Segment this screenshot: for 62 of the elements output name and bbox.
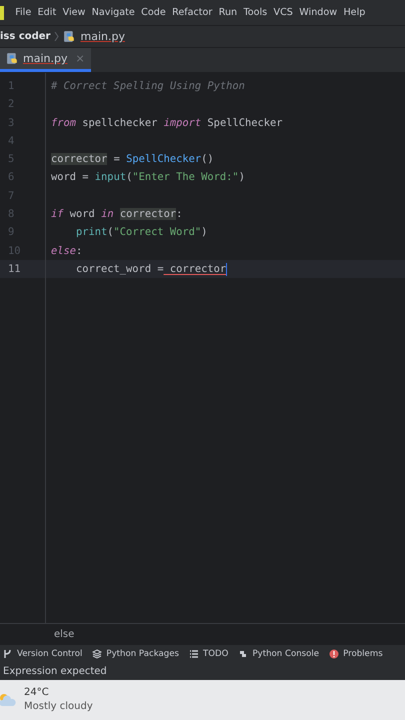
error-token: corrector: [168, 262, 226, 275]
weather-cloud-sun-icon[interactable]: [0, 691, 18, 709]
code-token: ): [238, 171, 245, 184]
code-token: input: [94, 171, 126, 184]
menu-item[interactable]: Refactor: [168, 7, 216, 18]
tool-window-button[interactable]: Version Control: [3, 649, 82, 659]
code-token: if: [51, 208, 64, 220]
code-token: SpellChecker: [206, 116, 282, 129]
code-token: :: [76, 244, 82, 257]
tool-window-button[interactable]: TODO: [189, 649, 228, 659]
code-token: (: [107, 226, 114, 238]
error-icon: [329, 649, 340, 659]
layers-icon: [92, 649, 102, 659]
python-file-icon: [63, 30, 76, 43]
code-token: "Correct Word": [114, 226, 202, 238]
menu-item[interactable]: Code: [138, 7, 169, 18]
code-token: "Enter The Word:": [132, 171, 239, 184]
menu-item[interactable]: VCS: [270, 7, 296, 18]
code-token: SpellChecker: [126, 153, 202, 166]
python-file-icon: [6, 52, 19, 65]
code-token: from: [51, 116, 76, 129]
menu-item[interactable]: Window: [296, 7, 340, 18]
menu-item[interactable]: Navigate: [88, 7, 138, 18]
code-token: =: [112, 153, 121, 166]
code-token: else: [51, 244, 76, 257]
breadcrumb-item[interactable]: main.py: [80, 30, 125, 43]
tool-window-button[interactable]: Python Packages: [92, 649, 180, 659]
code-token: print: [76, 226, 108, 238]
menu-item[interactable]: Tools: [240, 7, 270, 18]
line-number: 11: [0, 260, 45, 278]
code-token: # Correct Spelling Using Python: [51, 80, 245, 92]
status-message: Expression expected: [3, 666, 107, 677]
code-token: ): [201, 226, 208, 238]
code-token: word =: [51, 171, 90, 184]
menu-item[interactable]: Help: [340, 7, 369, 18]
list-icon: [189, 649, 200, 659]
code-token: spellchecker: [81, 116, 158, 129]
weather-condition: Mostly cloudy: [24, 700, 93, 714]
code-token: in: [101, 208, 115, 220]
breadcrumb-item[interactable]: iss coder: [0, 31, 50, 42]
text-cursor: [226, 262, 228, 276]
breadcrumb-item[interactable]: else: [54, 628, 74, 640]
tool-window-button[interactable]: Problems: [329, 649, 383, 659]
code-token: import: [164, 116, 202, 129]
python-icon: [238, 649, 248, 659]
branch-icon: [3, 649, 13, 659]
menu-item[interactable]: Edit: [34, 7, 60, 18]
highlighted-token: corrector: [51, 153, 108, 166]
code-token: (: [126, 171, 132, 184]
highlighted-token: corrector: [120, 208, 176, 220]
code-token: :: [176, 208, 182, 220]
tool-window-button[interactable]: Python Console: [238, 649, 320, 659]
code-token: word: [68, 208, 96, 220]
code-token: (): [201, 153, 214, 166]
chevron-icon: [54, 32, 60, 41]
menu-item[interactable]: View: [59, 7, 89, 18]
app-logo-icon: [0, 6, 4, 20]
editor-tab[interactable]: main.py ×: [0, 48, 91, 72]
menu-item[interactable]: File: [12, 7, 34, 18]
menu-item[interactable]: Run: [216, 7, 240, 18]
temperature-text: 24°C: [24, 686, 50, 700]
code-token: correct_word =: [76, 262, 164, 275]
